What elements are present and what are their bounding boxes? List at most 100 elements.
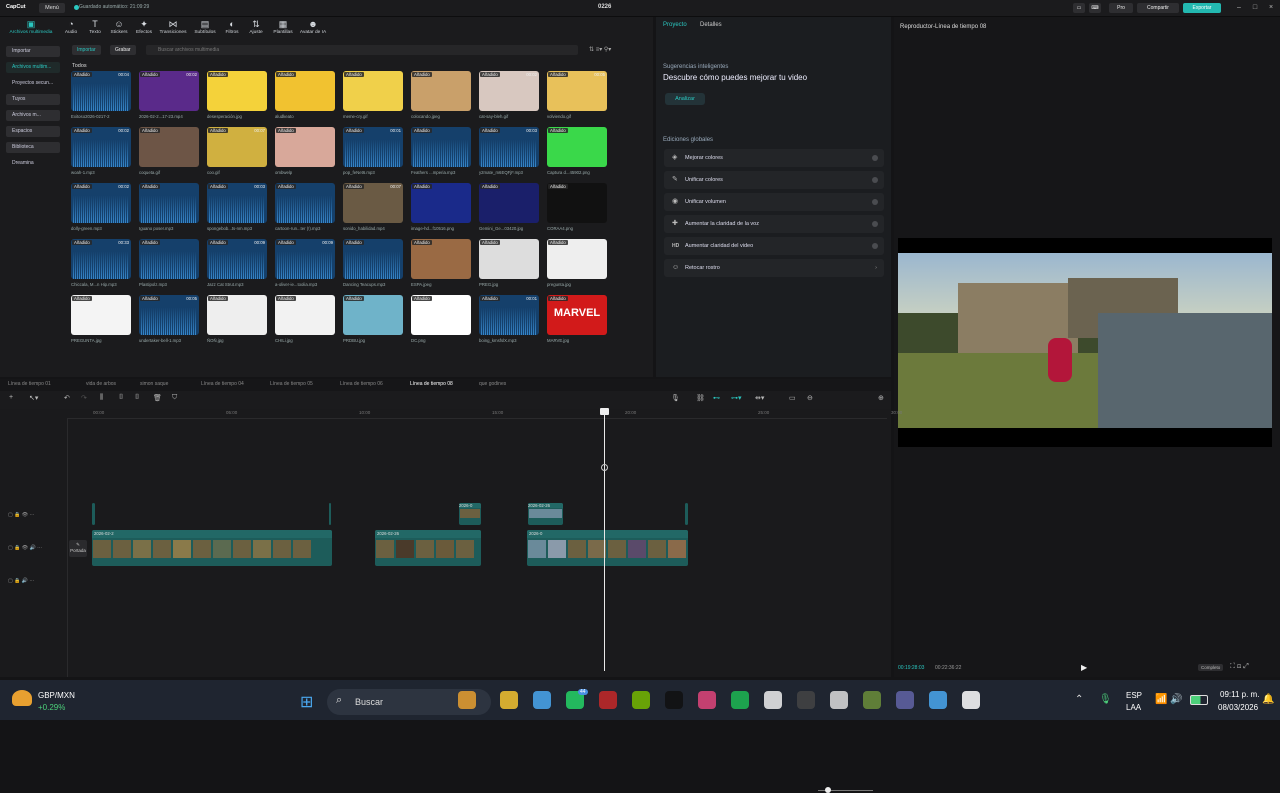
sidebar-item-spaces[interactable]: Espacios xyxy=(6,126,60,137)
chrome-icon[interactable] xyxy=(533,691,551,709)
lang-layout[interactable]: LAA xyxy=(1126,703,1141,712)
media-item[interactable]: Añadido DC.png xyxy=(411,295,471,343)
media-item[interactable]: Añadido pregunta.jpg xyxy=(547,239,607,287)
tab-project[interactable]: Proyecto xyxy=(663,22,687,28)
close-icon[interactable]: × xyxy=(1264,3,1278,13)
project-title[interactable]: 0226 xyxy=(598,4,611,10)
split-right-icon[interactable]: ⌷ xyxy=(135,394,139,402)
toggle[interactable] xyxy=(872,243,878,249)
chevron-up-icon[interactable]: ⌃ xyxy=(1075,694,1083,705)
global-edit-5[interactable]: ☺ Retocar rostro › xyxy=(664,259,884,277)
explorer-icon[interactable] xyxy=(500,691,518,709)
tool-stickers[interactable]: ☺ Stickers xyxy=(106,19,132,39)
clip-top[interactable] xyxy=(685,503,688,525)
capcut-active-icon[interactable] xyxy=(962,691,980,709)
ratio-button[interactable]: Completo xyxy=(1198,664,1224,671)
minecraft-icon[interactable] xyxy=(863,691,881,709)
media-item[interactable]: Añadido aludkeato xyxy=(275,71,335,119)
media-item[interactable]: Añadido ÑOÑ.jpg xyxy=(207,295,267,343)
cover-button[interactable]: ✎ Portada xyxy=(69,540,87,557)
media-item[interactable]: Añadido meme-cry.gif xyxy=(343,71,403,119)
media-item[interactable]: Añadido desesperación.jpg xyxy=(207,71,267,119)
app-icon[interactable] xyxy=(599,691,617,709)
clock-time[interactable]: 09:11 p. m. xyxy=(1220,690,1259,699)
global-edit-3[interactable]: ✚ Aumentar la claridad de la voz xyxy=(664,215,884,233)
tool-subtitles[interactable]: ▤ Subtítulos xyxy=(190,19,220,39)
playhead-handle[interactable] xyxy=(600,408,609,415)
tool-adjust[interactable]: ⇅ Ajuste xyxy=(243,19,269,39)
media-item[interactable]: Añadido Iguano poser.mp3 xyxy=(139,183,199,231)
sidebar-item-media[interactable]: Archivos multim... xyxy=(6,62,60,73)
maximize-icon[interactable]: □ xyxy=(1248,3,1262,13)
media-item[interactable]: Añadido PRDBU.jpg xyxy=(343,295,403,343)
caption-icon[interactable]: ▭ xyxy=(789,394,796,402)
tab-details[interactable]: Detalles xyxy=(700,22,722,28)
sidebar-item-files[interactable]: Archivos m... xyxy=(6,110,60,121)
track-controls-1[interactable]: ▢ 🔒 👁 ··· xyxy=(8,512,34,518)
minimize-icon[interactable]: – xyxy=(1232,3,1246,13)
snap-icon[interactable]: ⊶▾ xyxy=(731,394,742,402)
media-item[interactable]: Añadido 00:05 volviendo.gif xyxy=(547,71,607,119)
nvidia-icon[interactable] xyxy=(632,691,650,709)
media-item[interactable]: Añadido 00:33 Chiccala, M...n Hip.mp3 xyxy=(71,239,131,287)
sidebar-item-yours[interactable]: Tuyos xyxy=(6,94,60,105)
timeline-tab[interactable]: que godines xyxy=(479,381,506,387)
view-toggle-icon[interactable]: ⇅ ≡▾ ⚲▾ xyxy=(589,46,611,53)
preview-axis-icon[interactable]: ⇹▾ xyxy=(755,394,764,402)
mic-icon[interactable]: 🎙 xyxy=(671,394,680,402)
tool-audio[interactable]: ◔ Audio xyxy=(58,19,84,39)
media-item[interactable]: Añadido 00:07 coo.gif xyxy=(207,127,267,175)
link-icon[interactable]: ⛓ xyxy=(696,394,705,402)
global-edit-4[interactable]: HD Aumentar claridad del video xyxy=(664,237,884,255)
global-edit-0[interactable]: ◈ Mejorar colores xyxy=(664,149,884,167)
select-tool-icon[interactable]: ↖▾ xyxy=(29,394,38,402)
global-edit-1[interactable]: ✎ Unificar colores xyxy=(664,171,884,189)
sidebar-item-import[interactable]: Importar xyxy=(6,46,60,57)
add-icon[interactable]: + xyxy=(9,394,13,401)
media-item[interactable]: Añadido 00:03 spongebob...ts-nm.mp3 xyxy=(207,183,267,231)
tool-transitions[interactable]: ⋈ Transiciones xyxy=(156,19,190,39)
main-clip-group-3[interactable]: 2026-0 xyxy=(527,530,688,566)
media-item[interactable]: Añadido 00:05 undertaker-bell-1.mp3 xyxy=(139,295,199,343)
media-item[interactable]: Añadido Captura d...45902.png xyxy=(547,127,607,175)
shield-icon[interactable]: ⛉ xyxy=(172,394,177,402)
media-item[interactable]: Añadido Feathers ...mperia.mp3 xyxy=(411,127,471,175)
mic-tray-icon[interactable]: 🎙 xyxy=(1099,694,1112,705)
toggle[interactable] xyxy=(872,155,878,161)
split-left-icon[interactable]: ⌷ xyxy=(119,394,123,402)
redo-icon[interactable]: ↷ xyxy=(81,394,87,402)
media-item[interactable]: Añadido PREGUNTA.jpg xyxy=(71,295,131,343)
track-controls-3[interactable]: ▢ 🔒 🔊 ··· xyxy=(8,578,34,584)
media-item[interactable]: Añadido Gemini_Ge...03420.jpg xyxy=(479,183,539,231)
notifications-icon[interactable]: 🔔 xyxy=(1262,694,1274,705)
fullscreen-icon[interactable]: ⛶ ⊡ ⤢ xyxy=(1230,663,1249,671)
media-item[interactable]: Añadido ESPA.jpeg xyxy=(411,239,471,287)
ticker[interactable]: GBP/MXN xyxy=(38,691,75,700)
playhead[interactable] xyxy=(604,409,605,671)
tool-media[interactable]: ▣ Archivos multimedia xyxy=(4,19,58,39)
zoom-in-icon[interactable]: ⊕ xyxy=(878,394,884,402)
media-item[interactable]: Añadido image-hd...f10516.png xyxy=(411,183,471,231)
toggle[interactable] xyxy=(872,177,878,183)
windows-start-icon[interactable]: ⊞ xyxy=(300,692,313,712)
sidebar-item-projects[interactable]: Proyectos secun... xyxy=(6,78,60,89)
media-item[interactable]: Añadido 00:02 2026-02-2...17-23.mp4 xyxy=(139,71,199,119)
media-item[interactable]: Añadido 00:09 a-oliver-ie...toolia.mp3 xyxy=(275,239,335,287)
spotify-icon[interactable] xyxy=(731,691,749,709)
capcut-pink-icon[interactable] xyxy=(698,691,716,709)
clip-top[interactable] xyxy=(329,503,331,525)
media-item[interactable]: Añadido 00:01 pop_feNet6.mp3 xyxy=(343,127,403,175)
record-button[interactable]: Grabar xyxy=(110,45,136,55)
media-item[interactable]: Añadido 00:02 dolly-green.mp3 xyxy=(71,183,131,231)
media-item[interactable]: Añadido PREG.jpg xyxy=(479,239,539,287)
media-item[interactable]: MARVEL Añadido MARVE.jpg xyxy=(547,295,607,343)
battery-icon[interactable] xyxy=(1190,695,1208,705)
video-preview[interactable] xyxy=(898,253,1272,428)
layout-icon[interactable]: ▭ xyxy=(1073,3,1085,13)
tool-templates[interactable]: ▦ Plantillas xyxy=(269,19,297,39)
lang-code[interactable]: ESP xyxy=(1126,691,1142,700)
clip-top[interactable] xyxy=(92,503,95,525)
global-edit-2[interactable]: ◉ Unificar volumen xyxy=(664,193,884,211)
undo-icon[interactable]: ↶ xyxy=(64,394,70,402)
timeline-tab[interactable]: Línea de tiempo 04 xyxy=(201,381,244,387)
